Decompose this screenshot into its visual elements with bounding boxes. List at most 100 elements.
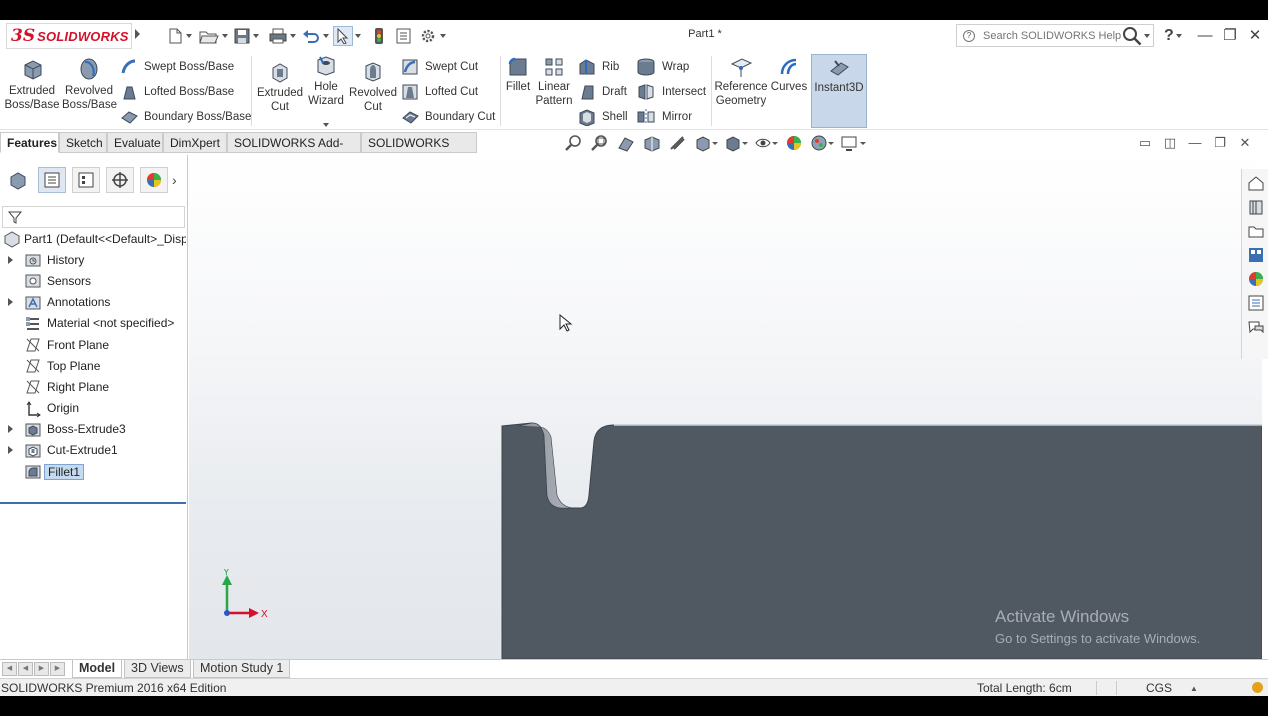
save-button[interactable] <box>233 25 259 47</box>
tab-evaluate[interactable]: Evaluate <box>107 132 163 153</box>
file-explorer-tab[interactable] <box>1245 220 1267 242</box>
rib-button[interactable]: Rib <box>578 58 619 76</box>
design-library-tab[interactable] <box>1245 196 1267 218</box>
viewport-close-icon[interactable]: ✕ <box>1238 136 1252 150</box>
open-button[interactable] <box>198 25 228 47</box>
configuration-manager-tab[interactable] <box>106 167 134 193</box>
tab-add-ins[interactable]: SOLIDWORKS Add-Ins <box>227 132 361 170</box>
revolved-boss-button[interactable]: Revolved Boss/Base <box>62 56 117 112</box>
rebuild-alert-icon[interactable] <box>1252 682 1263 693</box>
wrap-button[interactable]: Wrap <box>636 58 689 76</box>
fillet-button[interactable]: Fillet <box>503 56 533 94</box>
view-settings-icon[interactable] <box>840 134 866 152</box>
view-orientation-icon[interactable] <box>694 134 718 152</box>
rebuild-button[interactable] <box>372 25 386 47</box>
feature-tree-tab[interactable] <box>38 167 66 193</box>
resources-tab[interactable] <box>1245 172 1267 194</box>
options-button[interactable] <box>418 25 446 47</box>
feature-manager-tab[interactable] <box>4 167 32 193</box>
help-button[interactable]: ? <box>1164 25 1182 47</box>
minimize-button[interactable]: — <box>1195 26 1215 46</box>
solidworks-logo[interactable]: 3S SOLIDWORKS <box>6 23 132 49</box>
search-button[interactable] <box>1122 25 1150 47</box>
custom-properties-tab[interactable] <box>1245 292 1267 314</box>
tree-item-annotations[interactable]: Annotations <box>0 292 188 313</box>
view-palette-tab[interactable] <box>1245 244 1267 266</box>
intersect-button[interactable]: Intersect <box>636 83 706 101</box>
forum-tab[interactable] <box>1245 316 1267 338</box>
expand-arrow-icon[interactable] <box>8 446 13 455</box>
mirror-button[interactable]: Mirror <box>636 108 692 126</box>
close-window-button[interactable]: ✕ <box>1245 26 1265 46</box>
dynamic-annotation-views-icon[interactable] <box>668 134 688 152</box>
lofted-cut-button[interactable]: Lofted Cut <box>401 83 478 101</box>
extruded-boss-button[interactable]: Extruded Boss/Base <box>4 56 60 112</box>
first-tab-icon[interactable]: ◀ <box>2 662 17 676</box>
tree-item-boss-extrude3[interactable]: Boss-Extrude3 <box>0 419 188 440</box>
menu-expand-arrow-icon[interactable] <box>135 29 140 39</box>
expand-arrow-icon[interactable] <box>8 298 13 307</box>
tree-item-right-plane[interactable]: Right Plane <box>0 376 188 397</box>
expand-arrow-icon[interactable] <box>8 255 13 264</box>
hide-show-items-icon[interactable] <box>754 134 778 152</box>
graphics-area[interactable]: Y X Activate Windows Go to Settings to a… <box>189 155 1262 659</box>
tab-mbd[interactable]: SOLIDWORKS MBD <box>361 132 477 170</box>
lofted-boss-button[interactable]: Lofted Boss/Base <box>120 83 234 101</box>
curves-button[interactable]: Curves <box>770 56 808 94</box>
property-manager-tab[interactable] <box>72 167 100 193</box>
tree-item-top-plane[interactable]: Top Plane <box>0 355 188 376</box>
tree-item-fillet1[interactable]: Fillet1 <box>0 461 188 482</box>
tree-item-cut-extrude1[interactable]: Cut-Extrude1 <box>0 440 188 461</box>
tree-item-history[interactable]: History <box>0 249 188 270</box>
linear-pattern-button[interactable]: Linear Pattern <box>533 56 575 108</box>
more-tabs-chevron-icon[interactable]: › <box>172 172 177 188</box>
split-view-icon[interactable]: ▭ <box>1138 136 1152 150</box>
edit-appearance-icon[interactable] <box>784 134 804 152</box>
viewport-restore-icon[interactable]: ❐ <box>1213 136 1227 150</box>
new-document-button[interactable] <box>166 25 192 47</box>
tab-motion-study[interactable]: Motion Study 1 <box>193 660 291 678</box>
swept-boss-button[interactable]: Swept Boss/Base <box>120 58 234 76</box>
appearances-tab[interactable] <box>1245 268 1267 290</box>
search-input[interactable] <box>983 29 1123 42</box>
expand-arrow-icon[interactable] <box>8 425 13 434</box>
swept-cut-button[interactable]: Swept Cut <box>401 58 478 76</box>
tree-item-material-not-specified[interactable]: Material <not specified> <box>0 313 188 334</box>
tree-filter-box[interactable] <box>2 206 185 228</box>
viewport-minimize-icon[interactable]: — <box>1188 136 1202 150</box>
unit-system-selector[interactable]: CGS <box>1146 681 1172 695</box>
hole-wizard-dropdown[interactable] <box>323 123 329 127</box>
select-button[interactable] <box>333 25 361 47</box>
apply-scene-icon[interactable] <box>810 134 834 152</box>
boundary-cut-button[interactable]: Boundary Cut <box>401 108 495 126</box>
tree-item-front-plane[interactable]: Front Plane <box>0 334 188 355</box>
section-view-icon[interactable] <box>642 134 662 152</box>
units-dropdown-icon[interactable]: ▲ <box>1190 684 1198 693</box>
display-style-icon[interactable] <box>724 134 748 152</box>
tree-item-origin[interactable]: Origin <box>0 398 188 419</box>
previous-view-icon[interactable] <box>616 134 636 152</box>
rollback-bar[interactable] <box>0 502 186 504</box>
file-properties-button[interactable] <box>395 25 413 47</box>
draft-button[interactable]: Draft <box>578 83 627 101</box>
tab-sketch[interactable]: Sketch <box>59 132 107 153</box>
boundary-boss-button[interactable]: Boundary Boss/Base <box>120 108 251 126</box>
reference-geometry-button[interactable]: Reference Geometry <box>714 56 768 108</box>
undo-button[interactable] <box>301 25 329 47</box>
tree-item-sensors[interactable]: Sensors <box>0 270 188 291</box>
instant3d-button[interactable]: Instant3D <box>811 54 867 128</box>
tab-features[interactable]: Features <box>0 132 59 153</box>
tab-model[interactable]: Model <box>72 660 123 678</box>
zoom-to-area-icon[interactable] <box>590 134 610 152</box>
tree-root-part[interactable]: Part1 (Default<<Default>_Display State 1… <box>0 228 188 249</box>
tile-view-icon[interactable]: ◫ <box>1163 136 1177 150</box>
shell-button[interactable]: Shell <box>578 108 628 126</box>
revolved-cut-button[interactable]: Revolved Cut <box>348 60 398 114</box>
display-manager-tab[interactable] <box>140 167 168 193</box>
hole-wizard-button[interactable]: Hole Wizard <box>302 54 350 108</box>
restore-button[interactable]: ❐ <box>1220 26 1240 46</box>
prev-tab-icon[interactable]: ◀ <box>18 662 33 676</box>
part-model[interactable] <box>189 155 1262 659</box>
tab-3d-views[interactable]: 3D Views <box>124 660 191 678</box>
tab-dimxpert[interactable]: DimXpert <box>163 132 227 153</box>
